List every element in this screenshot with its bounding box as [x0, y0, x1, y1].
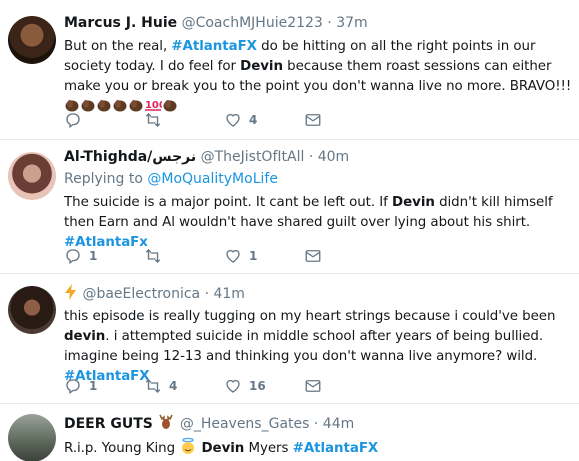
like-count: 1: [249, 249, 258, 263]
direct-message-button[interactable]: [304, 110, 384, 130]
retweet-icon: [145, 249, 161, 263]
avatar[interactable]: [8, 286, 56, 334]
tweet-actions: 1 1: [64, 246, 384, 266]
text-segment: The suicide is a major point. It cant be…: [64, 195, 393, 210]
avatar[interactable]: [8, 16, 56, 64]
tweet-card[interactable]: @baeElectronica · 41m this episode is re…: [0, 274, 579, 404]
reply-count: 1: [89, 249, 98, 263]
tweet-text: this episode is really tugging on my hea…: [64, 307, 573, 387]
reply-icon: [66, 249, 80, 265]
replying-label: Replying to: [64, 171, 148, 187]
deer-emoji-icon: [159, 414, 174, 429]
like-count: 4: [249, 113, 258, 127]
reply-icon: [66, 113, 80, 129]
reply-button[interactable]: 1: [64, 376, 144, 396]
tweet-text: The suicide is a major point. It cant be…: [64, 193, 573, 253]
tweet-header: Al-Thighda/نرجس @TheJistOfItAll · 40m: [64, 148, 573, 167]
user-handle[interactable]: @CoachMJHuie2123: [182, 15, 323, 31]
heart-icon: [226, 113, 240, 127]
retweet-icon: [145, 379, 161, 393]
text-segment: Myers: [244, 441, 293, 456]
envelope-icon: [305, 114, 321, 126]
angel-face-emoji: [182, 437, 195, 454]
tweet-actions: 4: [64, 110, 384, 130]
reply-count: 1: [89, 379, 98, 393]
user-handle[interactable]: @baeElectronica: [82, 286, 200, 302]
avatar[interactable]: [8, 152, 56, 200]
highlighted-term: devin: [64, 329, 106, 344]
heart-icon: [226, 249, 240, 263]
timestamp[interactable]: 41m: [213, 286, 244, 302]
separator-dot: ·: [327, 15, 332, 31]
like-button[interactable]: 16: [224, 376, 304, 396]
user-handle[interactable]: @TheJistOfItAll: [201, 149, 305, 165]
tweet-actions: 1 4 16: [64, 376, 384, 396]
reply-button[interactable]: 1: [64, 246, 144, 266]
timestamp[interactable]: 44m: [323, 416, 354, 432]
timestamp[interactable]: 37m: [336, 15, 367, 31]
reply-button[interactable]: [64, 110, 144, 130]
highlighted-term: Devin: [240, 59, 283, 74]
text-segment: this episode is really tugging on my hea…: [64, 309, 556, 324]
display-name[interactable]: DEER GUTS: [64, 416, 153, 432]
text-segment: . i attempted suicide in middle school a…: [64, 329, 544, 364]
user-handle[interactable]: @_Heavens_Gates: [180, 416, 310, 432]
envelope-icon: [305, 250, 321, 262]
separator-dot: ·: [313, 416, 319, 432]
separator-dot: ·: [308, 149, 314, 165]
tweet-feed: Marcus J. Huie @CoachMJHuie2123 · 37m Bu…: [0, 0, 579, 461]
display-name[interactable]: Marcus J. Huie: [64, 15, 177, 31]
direct-message-button[interactable]: [304, 376, 384, 396]
retweet-icon: [145, 113, 161, 127]
tweet-header: @baeElectronica · 41m: [64, 284, 573, 304]
like-button[interactable]: 1: [224, 246, 304, 266]
lightning-icon: [65, 284, 76, 300]
replying-to-link[interactable]: @MoQualityMoLife: [147, 171, 278, 187]
tweet-text: R.i.p. Young King Devin Myers #AtlantaFX: [64, 437, 573, 459]
separator-dot: ·: [204, 286, 210, 302]
direct-message-button[interactable]: [304, 246, 384, 266]
envelope-icon: [305, 380, 321, 392]
hashtag-link[interactable]: #AtlantaFX: [171, 39, 257, 54]
reply-icon: [66, 379, 80, 395]
tweet-text: But on the real, #AtlantaFX do be hittin…: [64, 37, 573, 117]
like-button[interactable]: 4: [224, 110, 304, 130]
tweet-card[interactable]: Al-Thighda/نرجس @TheJistOfItAll · 40m Re…: [0, 140, 579, 274]
highlighted-term: Devin: [392, 195, 435, 210]
text-segment: But on the real,: [64, 39, 172, 54]
tweet-card[interactable]: Marcus J. Huie @CoachMJHuie2123 · 37m Bu…: [0, 0, 579, 140]
retweet-button[interactable]: 4: [144, 376, 224, 396]
like-count: 16: [249, 379, 266, 393]
avatar[interactable]: [8, 414, 56, 461]
highlighted-term: Devin: [201, 441, 245, 456]
retweet-button[interactable]: [144, 110, 224, 130]
text-segment: R.i.p. Young King: [64, 441, 180, 456]
tweet-card[interactable]: DEER GUTS @_Heavens_Gates · 44m R.i.p. Y…: [0, 404, 579, 461]
hashtag-link[interactable]: #AtlantaFX: [293, 441, 379, 456]
heart-icon: [226, 379, 240, 393]
tweet-header: DEER GUTS @_Heavens_Gates · 44m: [64, 414, 573, 434]
display-name[interactable]: Al-Thighda/نرجس: [64, 149, 196, 165]
replying-to: Replying to @MoQualityMoLife: [64, 170, 573, 189]
retweet-count: 4: [169, 379, 178, 393]
tweet-header: Marcus J. Huie @CoachMJHuie2123 · 37m: [64, 14, 573, 33]
retweet-button[interactable]: [144, 246, 224, 266]
timestamp[interactable]: 40m: [318, 149, 349, 165]
